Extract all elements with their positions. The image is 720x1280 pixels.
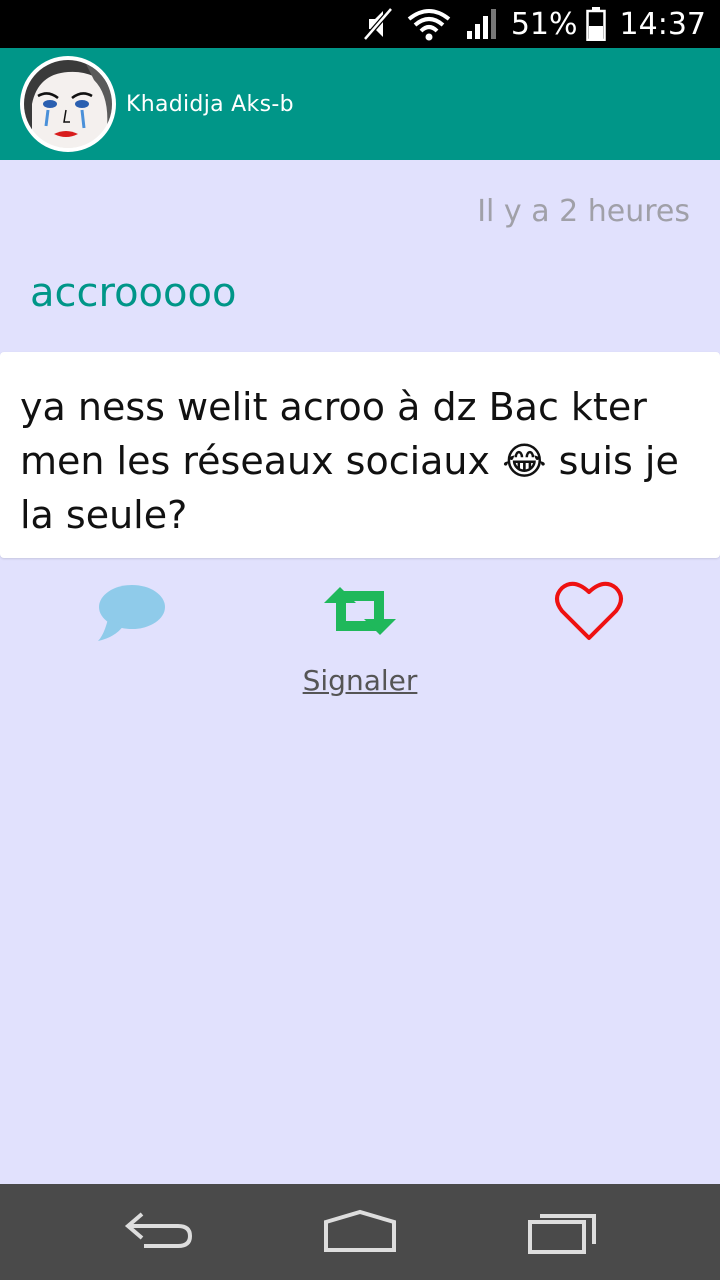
signal-icon xyxy=(466,9,496,39)
post-card: ya ness welit acroo à dz Bac kter men le… xyxy=(0,352,720,558)
back-button[interactable] xyxy=(120,1208,200,1256)
recents-icon xyxy=(528,1214,596,1254)
user-name[interactable]: Khadidja Aks-b xyxy=(126,92,294,117)
home-button[interactable] xyxy=(320,1208,400,1256)
repost-button[interactable] xyxy=(324,578,396,644)
wifi-icon xyxy=(407,9,451,41)
home-icon xyxy=(324,1209,396,1252)
report-container: Signaler xyxy=(0,664,720,697)
mute-icon xyxy=(362,7,393,41)
like-button[interactable] xyxy=(553,578,625,644)
status-bar: 51% 14:37 xyxy=(0,0,720,48)
heart-icon xyxy=(555,581,623,640)
recents-button[interactable] xyxy=(522,1208,602,1256)
battery-icon xyxy=(585,7,606,41)
comment-icon xyxy=(98,585,165,641)
post-timestamp: Il y a 2 heures xyxy=(477,194,690,229)
post-body: ya ness welit acroo à dz Bac kter men le… xyxy=(20,385,679,537)
clock: 14:37 xyxy=(619,6,706,42)
app-bar: Khadidja Aks-b xyxy=(0,48,720,160)
post-title: accrooooo xyxy=(30,270,237,316)
repost-icon xyxy=(324,587,396,635)
report-link[interactable]: Signaler xyxy=(303,664,418,697)
battery-level: 51% xyxy=(510,6,578,42)
avatar[interactable] xyxy=(20,56,116,152)
navigation-bar xyxy=(0,1184,720,1280)
comment-button[interactable] xyxy=(95,578,167,644)
back-icon xyxy=(124,1212,193,1248)
